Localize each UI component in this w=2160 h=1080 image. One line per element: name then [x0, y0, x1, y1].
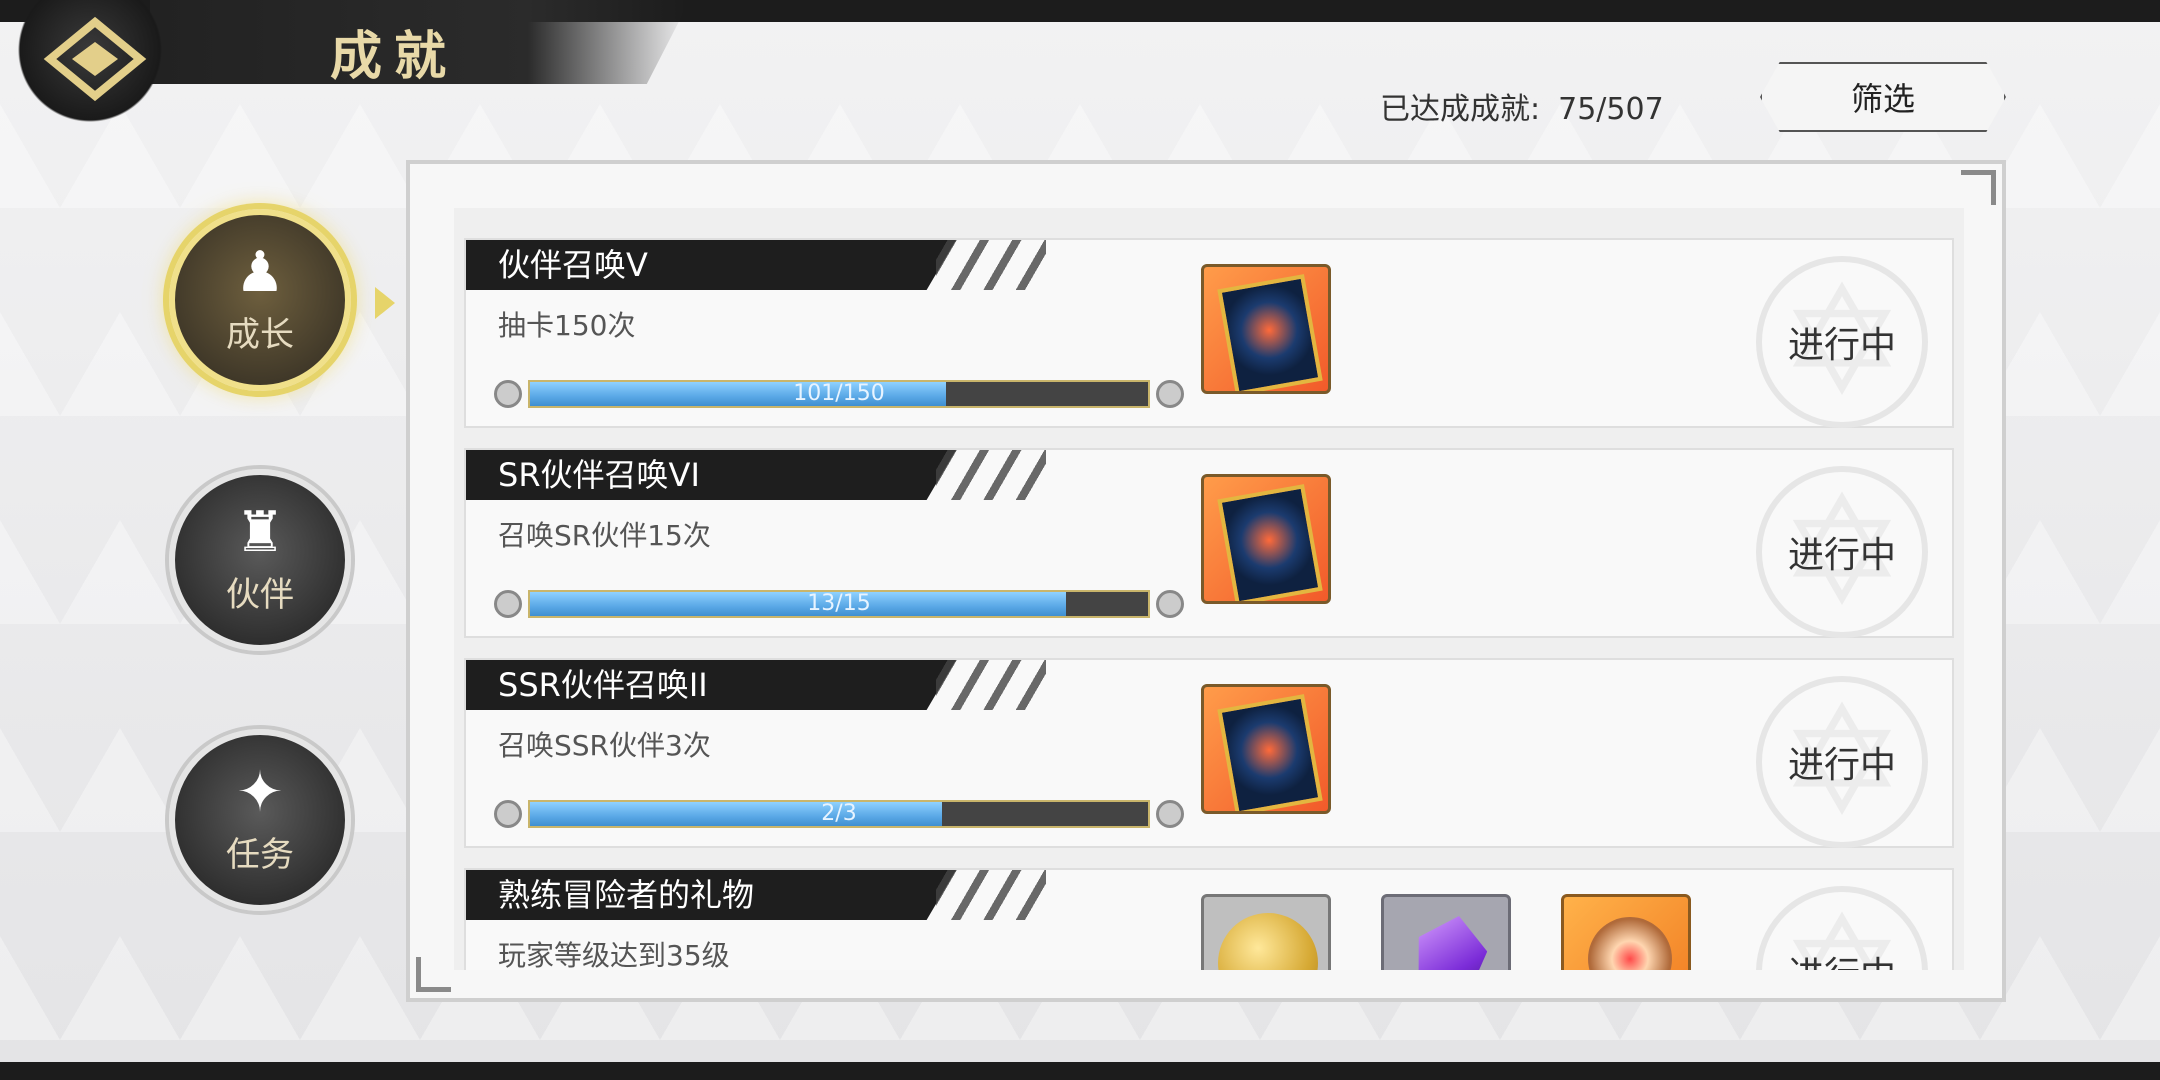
panel-corner-bottom-left [416, 957, 451, 992]
progress-bar: 13/15 [494, 588, 1184, 620]
summary-value: 75/507 [1558, 92, 1664, 127]
back-button[interactable] [0, 0, 210, 130]
book-flame-icon: ✦ [236, 759, 284, 825]
tab-partner[interactable]: ♜ 伙伴 [155, 455, 365, 665]
hooded-figure-icon: ♟ [234, 239, 286, 305]
filter-label: 筛选 [1850, 80, 1915, 118]
tab-quest[interactable]: ✦ 任务 [155, 715, 365, 925]
cog-icon [494, 800, 522, 828]
tab-quest-circle: ✦ 任务 [169, 729, 351, 911]
achievement-desc: 召唤SR伙伴15次 [498, 519, 711, 552]
progress-track: 101/150 [528, 380, 1150, 408]
progress-text: 13/15 [807, 591, 871, 616]
cog-icon [1156, 800, 1184, 828]
achievement-desc: 玩家等级达到35级 [498, 939, 730, 970]
summon-card-icon [1217, 274, 1323, 391]
reward-gold-coin[interactable] [1201, 894, 1331, 970]
achievement-card[interactable]: 熟练冒险者的礼物 玩家等级达到35级 ✡ 进行中 [464, 868, 1954, 970]
progress-text: 101/150 [793, 381, 885, 406]
filter-button[interactable]: 筛选 [1760, 62, 2006, 132]
achievement-card[interactable]: SSR伙伴召唤II 召唤SSR伙伴3次 2/3 ✡ 进行中 [464, 658, 1954, 848]
purple-gem-icon [1405, 909, 1493, 970]
cog-icon [494, 590, 522, 618]
status-seal: ✡ 进行中 [1756, 256, 1928, 428]
back-diamond-icon [43, 16, 147, 102]
reward-orange-item[interactable] [1561, 894, 1691, 970]
achievement-card[interactable]: 伙伴召唤V 抽卡150次 101/150 ✡ 进行中 [464, 238, 1954, 428]
orange-item-icon [1588, 917, 1672, 970]
header-stripes [936, 240, 1046, 290]
progress-track: 13/15 [528, 590, 1150, 618]
status-text: 进行中 [1788, 946, 1896, 970]
achievement-summary: 已达成成就: 75/507 [1380, 84, 1664, 128]
achievement-title: SSR伙伴召唤II [466, 660, 956, 710]
achievement-desc: 召唤SSR伙伴3次 [498, 729, 711, 762]
header-stripes [936, 870, 1046, 920]
progress-text: 2/3 [821, 801, 857, 826]
achievement-list[interactable]: 伙伴召唤V 抽卡150次 101/150 ✡ 进行中 SR伙伴召唤VI 召唤SR… [454, 208, 1964, 970]
cog-icon [494, 380, 522, 408]
achievement-desc: 抽卡150次 [498, 309, 636, 342]
tab-partner-circle: ♜ 伙伴 [169, 469, 351, 651]
achievement-title: SR伙伴召唤VI [466, 450, 956, 500]
bottom-bar [0, 1062, 2160, 1080]
status-text: 进行中 [1787, 535, 1896, 576]
reward-purple-gem[interactable] [1381, 894, 1511, 970]
gold-coin-icon [1218, 913, 1318, 970]
summon-card-icon [1217, 484, 1323, 601]
reward-summon-card[interactable] [1201, 684, 1331, 814]
tab-growth[interactable]: ♟ 成长 [155, 195, 395, 405]
active-tab-pointer [375, 287, 395, 319]
reward-summon-card[interactable] [1201, 264, 1331, 394]
achievement-panel: 伙伴召唤V 抽卡150次 101/150 ✡ 进行中 SR伙伴召唤VI 召唤SR… [406, 160, 2006, 1002]
cog-icon [1156, 590, 1184, 618]
cog-icon [1156, 380, 1184, 408]
tab-growth-label: 成长 [226, 314, 294, 355]
tab-growth-circle: ♟ 成长 [169, 209, 351, 391]
status-seal: ✡ 进行中 [1756, 466, 1928, 638]
header-stripes [936, 450, 1046, 500]
progress-track: 2/3 [528, 800, 1150, 828]
progress-bar: 101/150 [494, 378, 1184, 410]
page-title: 成就 [330, 27, 459, 87]
achievement-card[interactable]: SR伙伴召唤VI 召唤SR伙伴15次 13/15 ✡ 进行中 [464, 448, 1954, 638]
status-text: 进行中 [1787, 325, 1896, 366]
panel-corner-top-right [1961, 170, 1996, 205]
achievement-title: 熟练冒险者的礼物 [466, 870, 956, 920]
header-stripes [936, 660, 1046, 710]
tab-partner-label: 伙伴 [226, 574, 294, 615]
reward-summon-card[interactable] [1201, 474, 1331, 604]
status-seal: ✡ 进行中 [1756, 886, 1928, 970]
progress-bar: 2/3 [494, 798, 1184, 830]
status-text: 进行中 [1787, 745, 1896, 786]
achievement-title: 伙伴召唤V [466, 240, 956, 290]
summary-label: 已达成成就: [1380, 92, 1541, 127]
status-seal: ✡ 进行中 [1756, 676, 1928, 848]
party-icon: ♜ [234, 499, 286, 565]
summon-card-icon [1217, 694, 1323, 811]
tab-quest-label: 任务 [226, 834, 294, 875]
